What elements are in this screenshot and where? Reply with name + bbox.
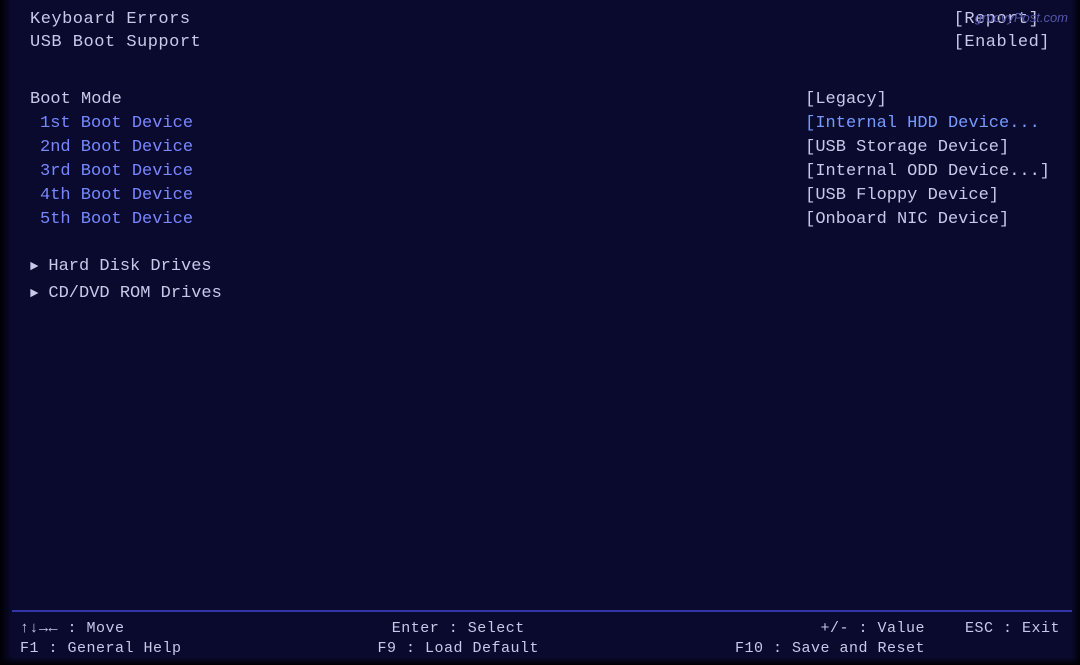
boot-device-1-label[interactable]: 1st Boot Device [30, 114, 193, 133]
move-hint: ↑↓→← : Move [20, 620, 182, 637]
status-bar-center: Enter : Select F9 : Load Default [377, 620, 539, 657]
cd-dvd-arrow-icon: ► [30, 286, 38, 302]
top-labels: Keyboard Errors USB Boot Support [30, 10, 201, 52]
status-bar-left: ↑↓→← : Move F1 : General Help [20, 620, 182, 657]
hard-disk-drives-label: Hard Disk Drives [48, 257, 211, 276]
load-default-hint: F9 : Load Default [377, 640, 539, 657]
keyboard-errors-label: Keyboard Errors [30, 10, 201, 29]
boot-device-1-value: [Internal HDD Device... [805, 114, 1050, 133]
usb-boot-support-label: USB Boot Support [30, 33, 201, 52]
boot-device-4-value: [USB Floppy Device] [805, 186, 1050, 205]
boot-device-2-value: [USB Storage Device] [805, 138, 1050, 157]
boot-device-2-label[interactable]: 2nd Boot Device [30, 138, 193, 157]
save-reset-hint: F10 : Save and Reset [735, 640, 925, 657]
status-bar-right-right: ESC : Exit [965, 620, 1060, 657]
watermark: groovyPost.com [975, 10, 1068, 25]
bios-screen: groovyPost.com Keyboard Errors USB Boot … [0, 0, 1080, 665]
boot-mode-label: Boot Mode [30, 90, 193, 109]
hard-disk-drives-item[interactable]: ► Hard Disk Drives [30, 257, 1050, 276]
boot-label-col: Boot Mode 1st Boot Device 2nd Boot Devic… [30, 90, 193, 229]
general-help-hint: F1 : General Help [20, 640, 182, 657]
boot-mode-value: [Legacy] [805, 90, 1050, 109]
boot-device-3-label[interactable]: 3rd Boot Device [30, 162, 193, 181]
cd-dvd-rom-drives-item[interactable]: ► CD/DVD ROM Drives [30, 284, 1050, 303]
boot-device-5-label[interactable]: 5th Boot Device [30, 210, 193, 229]
top-section: Keyboard Errors USB Boot Support [Report… [30, 10, 1050, 52]
drives-section: ► Hard Disk Drives ► CD/DVD ROM Drives [30, 257, 1050, 303]
usb-boot-support-value: [Enabled] [954, 33, 1050, 52]
value-hint: +/- : Value [735, 620, 925, 637]
boot-value-col: [Legacy] [Internal HDD Device... [USB St… [805, 90, 1050, 229]
boot-device-3-value: [Internal ODD Device...] [805, 162, 1050, 181]
boot-device-4-label[interactable]: 4th Boot Device [30, 186, 193, 205]
select-hint: Enter : Select [377, 620, 539, 637]
main-content: Keyboard Errors USB Boot Support [Report… [0, 0, 1080, 610]
hard-disk-arrow-icon: ► [30, 259, 38, 275]
cd-dvd-rom-drives-label: CD/DVD ROM Drives [48, 284, 221, 303]
boot-section: Boot Mode 1st Boot Device 2nd Boot Devic… [30, 90, 1050, 229]
status-bar-right-left: +/- : Value F10 : Save and Reset [735, 620, 925, 657]
esc-hint: ESC : Exit [965, 620, 1060, 637]
boot-device-5-value: [Onboard NIC Device] [805, 210, 1050, 229]
